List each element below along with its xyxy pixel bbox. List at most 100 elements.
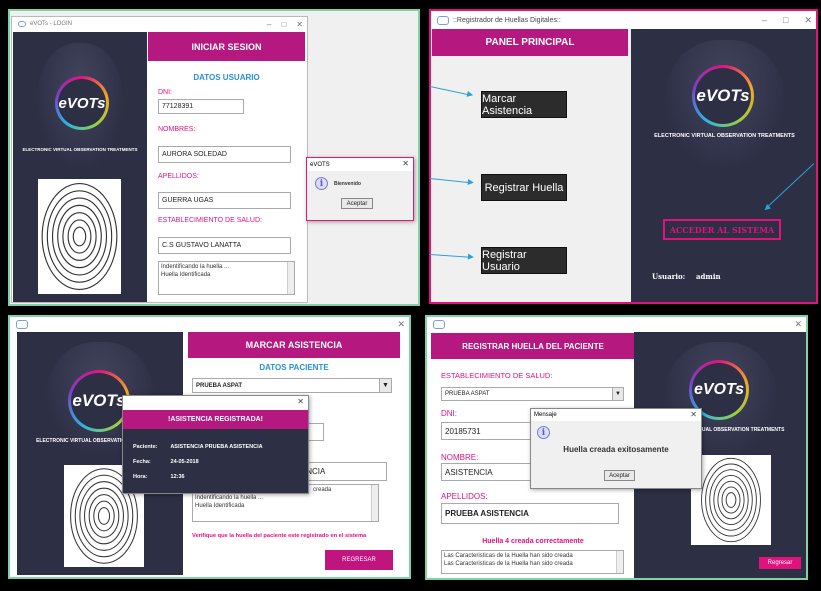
login-window-title: eVOTs - LOGIN (30, 21, 73, 27)
dialog-row: Hora: 12:36 (133, 474, 185, 480)
close-icon[interactable]: ✕ (397, 319, 405, 330)
brand-tagline: ELECTRONIC VIRTUAL OBSERVATION TREATMENT… (654, 133, 795, 139)
dni-field[interactable]: 20185731 (441, 422, 541, 440)
registrar-huella-button[interactable]: Registrar Huella (481, 174, 567, 201)
warning-text: Verifique que la huella del paciente est… (192, 533, 367, 539)
close-icon[interactable]: ✕ (297, 397, 304, 406)
establecimiento-label: ESTABLECIMIENTO DE SALUD: (158, 217, 262, 224)
dni-label: DNI: (158, 89, 172, 96)
row-label: Paciente: (133, 444, 158, 450)
dni-field[interactable]: 77128391 (158, 99, 244, 114)
apellidos-label: APELLIDOS: (158, 173, 199, 180)
row-value: ASISTENCIA PRUEBA ASISTENCIA (170, 444, 263, 450)
huella-header: REGISTRAR HUELLA DEL PACIENTE (431, 333, 635, 359)
minimize-icon[interactable]: – (762, 15, 767, 25)
apellidos-field[interactable]: GUERRA UGAS (158, 192, 291, 209)
dialog-header: !ASISTENCIA REGISTRADA! (123, 410, 308, 429)
welcome-dialog: eVOTS ✕ i Bienvenido Aceptar (306, 157, 414, 221)
panel-window-title: ::Registrador de Huellas Digitales:: (453, 16, 561, 24)
chevron-down-icon[interactable]: ▼ (379, 379, 391, 392)
close-icon[interactable]: ✕ (296, 20, 303, 29)
row-value: 12:36 (170, 474, 185, 480)
establecimiento-label: ESTABLECIMIENTO DE SALUD: (441, 371, 553, 380)
asistencia-registrada-dialog: ✕ !ASISTENCIA REGISTRADA! Paciente: ASIS… (122, 395, 309, 494)
paciente-select[interactable]: PRUEBA ASPAT ▼ (192, 378, 392, 393)
asistencia-section-title: DATOS PACIENTE (259, 363, 329, 372)
nombre-field[interactable]: ASISTENCIA (441, 463, 541, 481)
dialog-row: Fecha: 24-05-2018 (133, 459, 199, 465)
chevron-down-icon[interactable]: ▼ (612, 388, 623, 400)
evots-logo: eVOTs (68, 370, 130, 432)
panel-screenshot: ::Registrador de Huellas Digitales:: – □… (429, 9, 818, 304)
dialog-message: Huella creada exitosamente (563, 445, 669, 454)
dialog-title: Mensaje (534, 412, 557, 418)
dialog-row: Paciente: ASISTENCIA PRUEBA ASISTENCIA (133, 444, 263, 450)
login-header: INICIAR SESION (148, 32, 305, 61)
close-icon[interactable]: ✕ (804, 15, 812, 26)
panel-brand-panel: eVOTs ELECTRONIC VIRTUAL OBSERVATION TRE… (631, 29, 816, 302)
panel-header: PANEL PRINCIPAL (432, 29, 628, 56)
login-brand-panel: eVOTs ELECTRONIC VIRTUAL OBSERVATION TRE… (13, 32, 147, 302)
select-value: PRUEBA ASPAT (445, 391, 490, 397)
aceptar-button[interactable]: Aceptar (341, 198, 373, 209)
close-icon[interactable]: ✕ (794, 319, 802, 330)
nombres-label: NOMBRES: (158, 126, 196, 133)
registrar-usuario-button[interactable]: Registrar Usuario (481, 247, 567, 274)
close-icon[interactable]: ✕ (690, 410, 697, 419)
maximize-icon[interactable]: □ (281, 20, 286, 29)
vertical-scrollbar[interactable] (287, 262, 294, 294)
log-line: Las Caracteristicas de la Huella han sid… (444, 560, 573, 567)
login-log-textarea[interactable]: Indentificando la huella ... Huella Iden… (158, 261, 295, 295)
regresar-button[interactable]: Regresar (759, 557, 801, 569)
acceder-al-sistema-button[interactable]: ACCEDER AL SISTEMA (663, 219, 781, 240)
usuario-value: admin (696, 272, 721, 281)
fingerprint-image (38, 179, 121, 294)
aceptar-button[interactable]: Aceptar (604, 470, 635, 481)
log-line: Huella Identificada (195, 502, 245, 509)
establecimiento-field[interactable]: C.S GUSTAVO LANATTA (158, 237, 291, 254)
info-icon: i (315, 177, 328, 190)
dni-label: DNI: (441, 409, 457, 418)
java-icon (16, 320, 28, 329)
login-section-title: DATOS USUARIO (193, 73, 260, 82)
establecimiento-select[interactable]: PRUEBA ASPAT ▼ (441, 387, 624, 401)
login-window: eVOTs - LOGIN – □ ✕ eVOTs ELECTRONIC VIR… (11, 16, 308, 303)
apellidos-label: APELLIDOS: (441, 492, 488, 501)
log-line: Las Caracteristicas de la Huella han sid… (444, 553, 573, 559)
log-line-partial: creada (313, 487, 332, 493)
vertical-scrollbar[interactable] (371, 485, 378, 521)
row-label: Fecha: (133, 459, 151, 465)
regresar-button[interactable]: REGRESAR (325, 550, 393, 570)
close-icon[interactable]: ✕ (402, 159, 409, 168)
java-icon (437, 15, 449, 25)
huella-titlebar: ✕ (427, 317, 806, 332)
java-icon (433, 320, 445, 329)
brand-tagline: ELECTRONIC VIRTUAL OBSERVATION TREATMENT… (22, 147, 138, 152)
evots-logo: eVOTs (55, 76, 109, 130)
asistencia-titlebar: ✕ (10, 317, 409, 332)
dialog-message: Bienvenido (334, 181, 361, 187)
minimize-icon[interactable]: – (267, 20, 271, 29)
apellidos-field[interactable]: PRUEBA ASISTENCIA (441, 503, 619, 524)
maximize-icon[interactable]: □ (783, 15, 788, 25)
row-value: 24-05-2018 (170, 459, 199, 465)
panel-titlebar: ::Registrador de Huellas Digitales:: – □… (431, 11, 816, 29)
log-line: Indentificando la huella ... (161, 264, 230, 270)
java-icon (18, 21, 26, 27)
row-label: Hora: (133, 474, 148, 480)
login-titlebar: eVOTs - LOGIN – □ ✕ (12, 17, 307, 31)
huella-log-textarea[interactable]: Las Caracteristicas de la Huella han sid… (441, 550, 624, 574)
nombres-field[interactable]: AURORA SOLEDAD (158, 146, 291, 163)
login-screenshot: eVOTs - LOGIN – □ ✕ eVOTs ELECTRONIC VIR… (8, 9, 420, 306)
select-value: PRUEBA ASPAT (196, 382, 243, 389)
asistencia-header: MARCAR ASISTENCIA (188, 332, 400, 358)
vertical-scrollbar[interactable] (616, 551, 623, 573)
huella-screenshot: ✕ REGISTRAR HUELLA DEL PACIENTE ESTABLEC… (425, 315, 808, 580)
dialog-title: eVOTS (310, 161, 330, 168)
info-icon: i (537, 426, 550, 439)
usuario-label: Usuario: (652, 272, 686, 281)
marcar-asistencia-button[interactable]: Marcar Asistencia (481, 91, 567, 118)
fingerprint-image (691, 455, 771, 545)
status-text: Huella 4 creada correctamente (482, 538, 584, 545)
log-line: Huella Identificada (161, 271, 211, 278)
